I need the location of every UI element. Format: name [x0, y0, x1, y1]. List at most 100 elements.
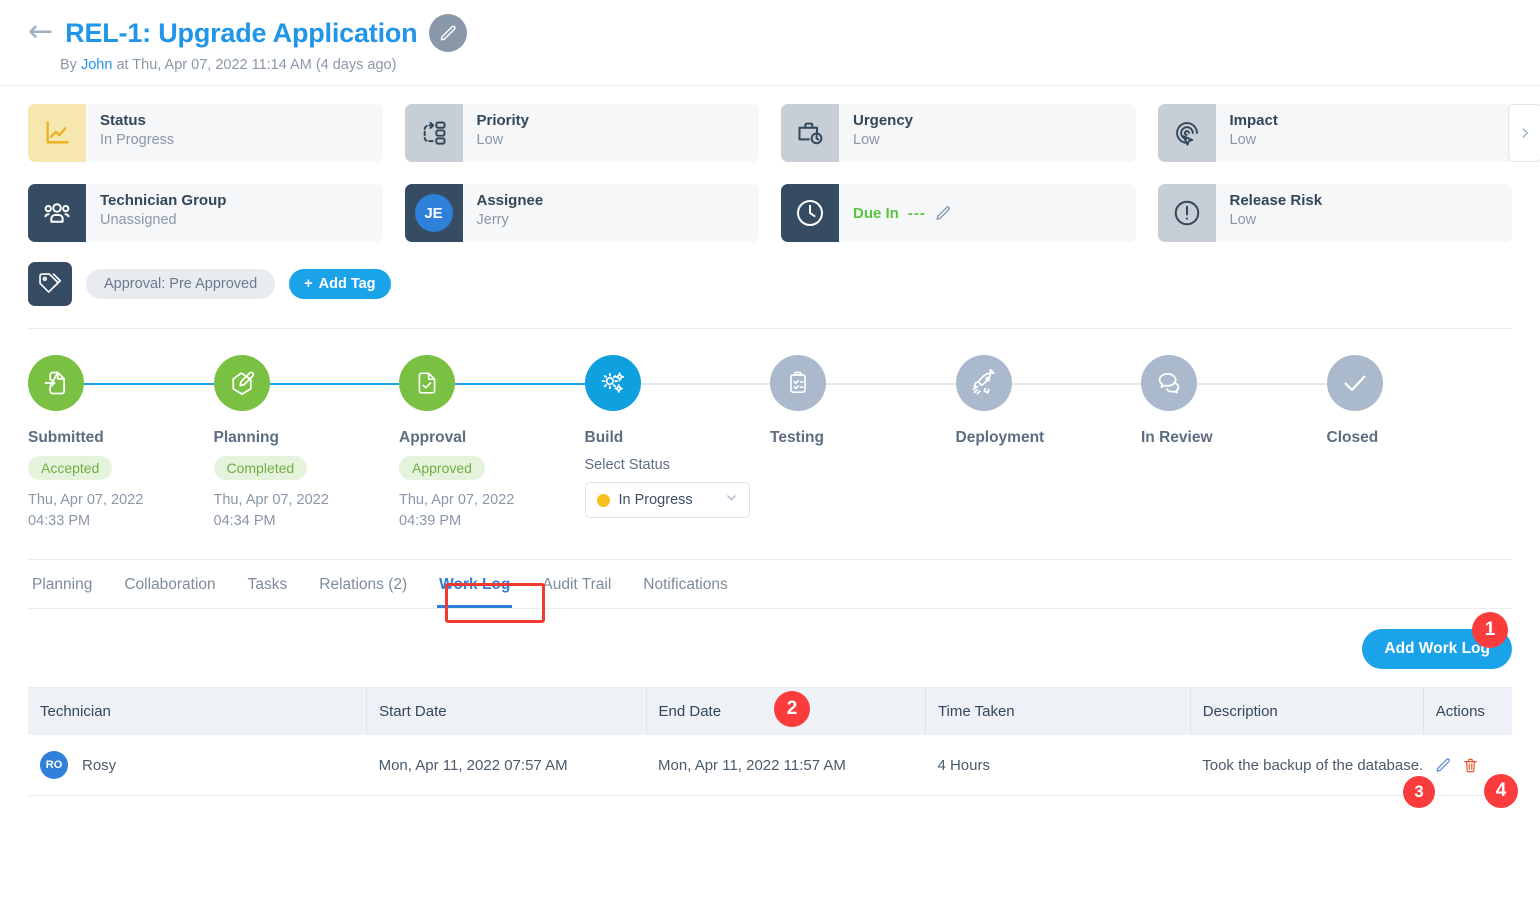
info-cards-grid: Status In Progress Priority Low Urgency … — [28, 104, 1512, 242]
avatar: JE — [404, 184, 463, 242]
pencil-icon[interactable] — [935, 205, 952, 222]
cell-time-taken: 4 Hours — [925, 735, 1191, 796]
clipboard-check-icon — [770, 355, 826, 411]
step-date-line1: Thu, Apr 07, 2022 — [399, 492, 515, 508]
step-in-review[interactable]: In Review — [1141, 355, 1327, 532]
briefcase-clock-icon — [781, 104, 839, 162]
annotation-badge-3: 3 — [1403, 776, 1435, 808]
add-tag-button[interactable]: + Add Tag — [289, 269, 391, 299]
byline-prefix: By — [60, 57, 77, 73]
arrow-left-icon[interactable]: ← — [28, 17, 53, 47]
table-body: RO Rosy Mon, Apr 11, 2022 07:57 AM Mon, … — [28, 735, 1512, 796]
step-approval[interactable]: Approval Approved Thu, Apr 07, 2022 04:3… — [399, 355, 585, 532]
chat-bubbles-icon — [1141, 355, 1197, 411]
workflow-stepper: Submitted Accepted Thu, Apr 07, 2022 04:… — [0, 329, 1540, 559]
card-assignee[interactable]: JE Assignee Jerry — [404, 184, 759, 242]
rocket-icon — [955, 355, 1012, 411]
step-submitted[interactable]: Submitted Accepted Thu, Apr 07, 2022 04:… — [28, 355, 214, 532]
step-name: Planning — [213, 429, 279, 446]
table-row[interactable]: RO Rosy Mon, Apr 11, 2022 07:57 AM Mon, … — [28, 735, 1512, 796]
card-value: Low — [1229, 211, 1257, 228]
card-priority[interactable]: Priority Low — [404, 104, 759, 162]
tab-planning[interactable]: Planning — [28, 560, 108, 608]
tab-audit-trail[interactable]: Audit Trail — [526, 560, 627, 608]
avatar-initials: JE — [414, 194, 453, 232]
fingerprint-cursor-icon — [1157, 104, 1216, 162]
card-label: Status — [100, 112, 146, 129]
tab-relations[interactable]: Relations (2) — [303, 560, 423, 608]
cell-description: Took the backup of the database. — [1190, 735, 1424, 796]
step-date-line2: 04:39 PM — [399, 513, 462, 530]
step-date-line2: 04:33 PM — [28, 513, 91, 530]
annotation-badge-1: 1 — [1472, 612, 1508, 648]
card-label: Release Risk — [1229, 192, 1323, 209]
step-deployment[interactable]: Deployment — [955, 355, 1141, 532]
card-value: Unassigned — [100, 211, 177, 228]
card-value: Jerry — [476, 211, 509, 228]
table-head: Technician Start Date End Date Time Take… — [28, 688, 1512, 735]
step-name: Testing — [770, 429, 824, 446]
step-date-line1: Thu, Apr 07, 2022 — [28, 492, 144, 508]
plan-pencil-icon — [213, 355, 270, 411]
col-actions: Actions — [1423, 688, 1512, 735]
card-due-in[interactable]: Due In --- — [781, 184, 1136, 242]
pencil-icon[interactable] — [1435, 757, 1452, 774]
due-in-value: --- — [907, 204, 926, 222]
step-testing[interactable]: Testing — [770, 355, 956, 532]
col-time-taken: Time Taken — [925, 688, 1191, 735]
step-connector — [1011, 383, 1141, 385]
card-impact[interactable]: Impact Low — [1157, 104, 1512, 162]
step-badge: Approved — [399, 456, 485, 480]
col-start-date: Start Date — [366, 688, 647, 735]
step-connector — [84, 383, 214, 385]
select-status-label: Select Status — [584, 457, 670, 473]
step-connector — [455, 383, 585, 385]
byline-author-link[interactable]: John — [81, 57, 112, 73]
title-row: ← REL-1: Upgrade Application — [28, 14, 1540, 52]
document-import-icon — [28, 355, 84, 411]
step-build[interactable]: Build Select Status In Progress — [584, 355, 770, 532]
col-description: Description — [1190, 688, 1424, 735]
card-value: In Progress — [100, 131, 175, 148]
card-value: Low — [1229, 131, 1257, 148]
step-name: Deployment — [955, 429, 1045, 446]
chevron-down-icon — [725, 491, 738, 509]
card-status[interactable]: Status In Progress — [28, 104, 383, 162]
tab-work-log[interactable]: Work Log — [423, 560, 526, 608]
card-value: Low — [476, 131, 504, 148]
work-log-table: Technician Start Date End Date Time Take… — [28, 688, 1512, 796]
step-date-line1: Thu, Apr 07, 2022 — [213, 492, 329, 508]
due-in-label: Due In — [853, 204, 899, 222]
step-planning[interactable]: Planning Completed Thu, Apr 07, 2022 04:… — [213, 355, 400, 532]
card-label: Urgency — [853, 112, 914, 129]
step-connector — [826, 383, 956, 385]
step-connector — [269, 383, 399, 385]
gears-icon — [584, 355, 641, 411]
pencil-icon[interactable] — [429, 14, 468, 52]
tab-notifications[interactable]: Notifications — [627, 560, 743, 608]
status-select[interactable]: In Progress — [584, 482, 750, 518]
step-name: Build — [584, 429, 624, 446]
step-date: Thu, Apr 07, 2022 04:34 PM — [214, 490, 400, 532]
tab-collaboration[interactable]: Collaboration — [108, 560, 231, 608]
step-name: In Review — [1141, 429, 1213, 446]
line-chart-icon — [28, 104, 86, 162]
card-release-risk[interactable]: Release Risk Low — [1157, 184, 1512, 242]
step-closed[interactable]: Closed — [1326, 355, 1513, 532]
step-name: Closed — [1326, 429, 1379, 446]
exclamation-circle-icon — [1157, 184, 1216, 242]
card-urgency[interactable]: Urgency Low — [781, 104, 1136, 162]
trash-icon[interactable] — [1462, 757, 1479, 774]
table-header-row: Technician Start Date End Date Time Take… — [28, 688, 1512, 735]
cards-next-button[interactable] — [1508, 104, 1540, 162]
tag-chip[interactable]: Approval: Pre Approved — [86, 269, 276, 299]
page-header: ← REL-1: Upgrade Application By John at … — [0, 0, 1540, 86]
clock-icon — [781, 184, 839, 242]
release-detail-page: ← REL-1: Upgrade Application By John at … — [0, 0, 1540, 909]
tags-row: Approval: Pre Approved + Add Tag — [0, 242, 1540, 306]
priority-flow-icon — [404, 104, 463, 162]
card-technician-group[interactable]: Technician Group Unassigned — [28, 184, 383, 242]
tab-tasks[interactable]: Tasks — [232, 560, 304, 608]
step-connector — [640, 383, 770, 385]
annotation-badge-4: 4 — [1484, 774, 1518, 808]
